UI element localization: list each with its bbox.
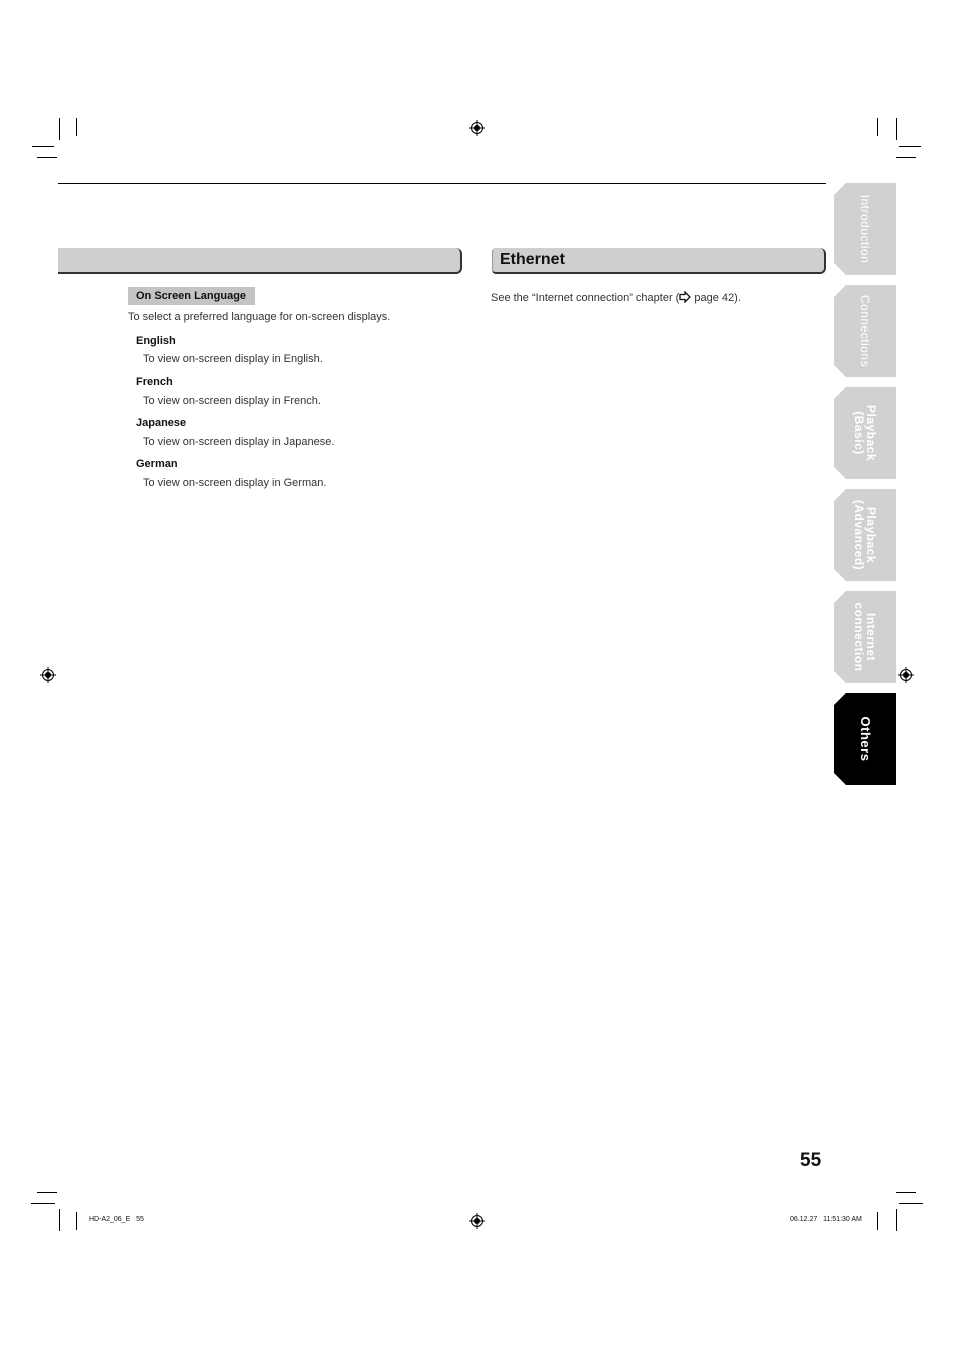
side-tab-label: Playback (Basic) [852,404,878,462]
crop-mark [896,118,897,140]
footer-file-info: HD-A2_06_E 55 [89,1216,144,1223]
crop-mark [877,118,878,136]
side-tab-others[interactable]: Others [834,693,896,785]
crop-mark [877,1212,878,1230]
section-title-ethernet: Ethernet [500,251,565,268]
option-label: French [136,376,173,388]
crop-mark [59,118,60,140]
registration-mark-icon [471,1215,483,1227]
section-header-ethernet: Ethernet [492,248,826,274]
crop-mark [59,1209,60,1231]
crop-mark [37,157,57,158]
crop-mark [76,118,77,136]
side-tab-label: Playback (Advanced) [852,499,878,571]
side-tab-label: Internet connection [852,602,878,672]
crop-mark [896,157,916,158]
option-label: Japanese [136,417,187,429]
crop-mark [899,146,921,147]
arrow-right-icon [679,291,692,303]
crop-mark [37,1192,57,1193]
registration-mark-icon [42,669,54,681]
registration-mark-icon [471,122,483,134]
reference-text-before: See the “Internet connection” chapter ( [491,292,680,304]
crop-mark [76,1212,77,1230]
option-label: German [136,458,178,470]
side-tab-label: Others [858,716,873,762]
ethernet-reference-text: See the “Internet connection” chapter ( … [491,291,741,304]
side-tab-connections[interactable]: Connections [834,285,896,377]
side-tab-internet-connection[interactable]: Internet connection [834,591,896,683]
crop-mark [899,1203,923,1204]
reference-text-after: page 42). [691,292,741,304]
side-tab-introduction[interactable]: Introduction [834,183,896,275]
side-tab-playback-advanced[interactable]: Playback (Advanced) [834,489,896,581]
subheading-on-screen-language: On Screen Language [128,287,255,305]
registration-mark-icon [900,669,912,681]
side-tab-label: Introduction [858,194,872,264]
option-description: To view on-screen display in Japanese. [143,436,335,448]
page-number: 55 [800,1150,822,1171]
side-tab-label: Connections [858,294,872,368]
option-description: To view on-screen display in English. [143,353,323,365]
header-rule [58,183,826,184]
option-description: To view on-screen display in German. [143,477,327,489]
footer-timestamp: 06.12.27 11:51:30 AM [790,1216,862,1223]
side-tab-playback-basic[interactable]: Playback (Basic) [834,387,896,479]
option-description: To view on-screen display in French. [143,395,321,407]
crop-mark [896,1192,916,1193]
option-label: English [136,335,176,347]
crop-mark [896,1209,897,1231]
crop-mark [31,1203,55,1204]
intro-text: To select a preferred language for on-sc… [128,311,391,323]
section-header-left [58,248,462,274]
crop-mark [32,146,54,147]
